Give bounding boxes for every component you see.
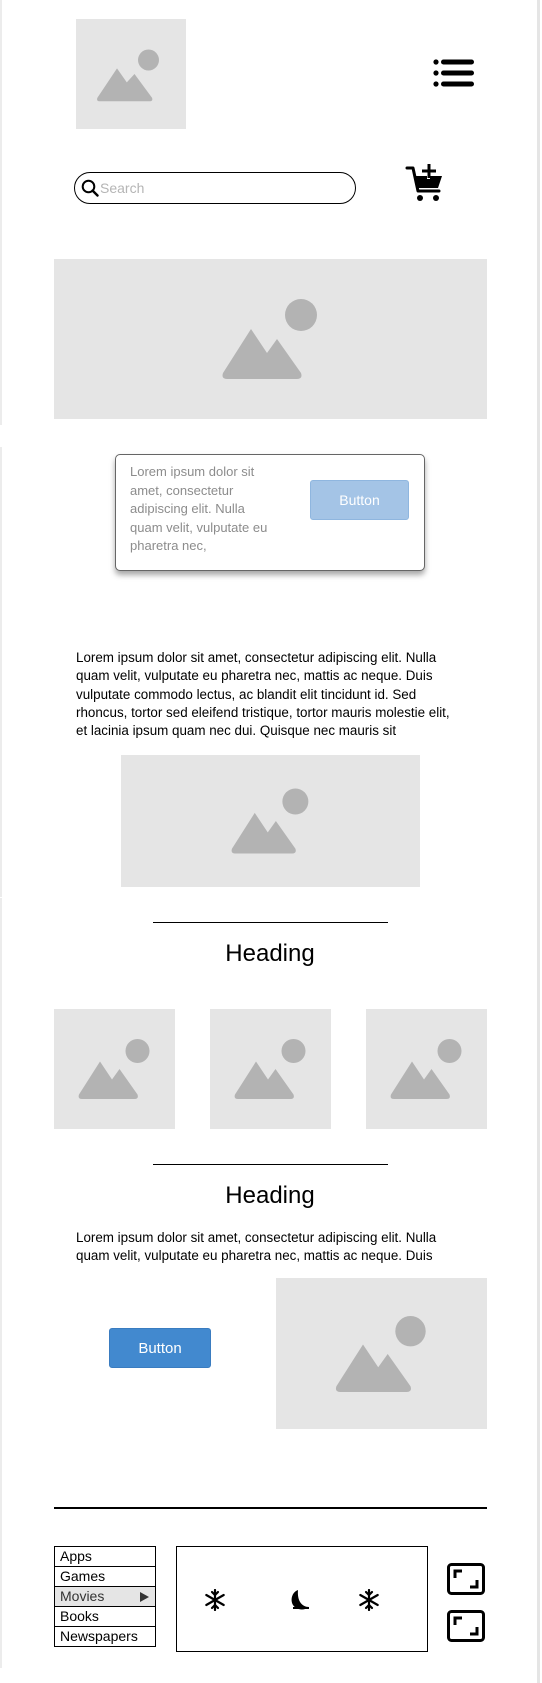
image-placeholder-icon <box>335 1315 426 1392</box>
image-placeholder-icon <box>231 788 308 854</box>
content-image <box>121 755 420 887</box>
menu-item-label: Books <box>60 1608 99 1624</box>
expand-icon[interactable] <box>447 1563 485 1595</box>
gallery-image <box>210 1009 331 1129</box>
body-paragraph: Lorem ipsum dolor sit amet, consectetur … <box>76 1230 437 1264</box>
snowflake-icon <box>359 1589 379 1611</box>
menu-item-label: Games <box>60 1568 106 1584</box>
gallery-image <box>366 1009 487 1129</box>
submenu-arrow-icon <box>140 1592 149 1602</box>
search-box[interactable] <box>74 172 356 204</box>
gallery-image <box>54 1009 175 1129</box>
card-text: Lorem ipsum dolor sit amet, consectetur … <box>130 464 268 553</box>
menu-item-newspapers[interactable]: Newspapers <box>54 1626 156 1647</box>
hero-image <box>54 259 487 419</box>
add-to-cart-icon[interactable] <box>405 163 445 203</box>
category-menu: Apps Games Movies Books Newspapers <box>54 1546 156 1647</box>
section-heading: Heading <box>225 940 315 967</box>
section-heading: Heading <box>225 1182 315 1209</box>
side-image <box>276 1278 487 1429</box>
divider <box>153 1164 388 1165</box>
menu-item-label: Apps <box>60 1548 92 1564</box>
page-right-border <box>537 0 540 1683</box>
menu-list-icon[interactable] <box>433 59 475 87</box>
page-left-border <box>0 0 2 425</box>
body-paragraph: Lorem ipsum dolor sit amet, consectetur … <box>76 650 450 739</box>
image-placeholder-icon <box>222 299 317 379</box>
card-button[interactable]: Button <box>310 480 409 520</box>
moon-icon <box>291 1590 309 1610</box>
menu-item-label: Newspapers <box>60 1628 138 1644</box>
snowflake-icon <box>205 1589 225 1611</box>
expand-icon[interactable] <box>447 1610 485 1642</box>
menu-item-games[interactable]: Games <box>54 1566 156 1587</box>
menu-item-apps[interactable]: Apps <box>54 1546 156 1567</box>
image-placeholder-icon <box>78 1039 149 1099</box>
menu-item-books[interactable]: Books <box>54 1606 156 1627</box>
logo-image <box>76 19 186 129</box>
page-left-border <box>0 898 2 1668</box>
weather-widget <box>176 1546 428 1652</box>
image-placeholder-icon <box>390 1039 461 1099</box>
menu-item-label: Movies <box>60 1588 105 1604</box>
menu-item-movies[interactable]: Movies <box>54 1586 156 1607</box>
page-left-border <box>0 447 2 897</box>
divider <box>153 922 388 923</box>
image-placeholder-icon <box>234 1039 305 1099</box>
primary-button[interactable]: Button <box>109 1328 211 1368</box>
footer-divider <box>54 1507 487 1509</box>
search-input[interactable] <box>100 177 340 199</box>
info-card: Lorem ipsum dolor sit amet, consectetur … <box>115 454 425 571</box>
search-icon <box>81 179 99 197</box>
image-placeholder-icon <box>97 49 159 102</box>
